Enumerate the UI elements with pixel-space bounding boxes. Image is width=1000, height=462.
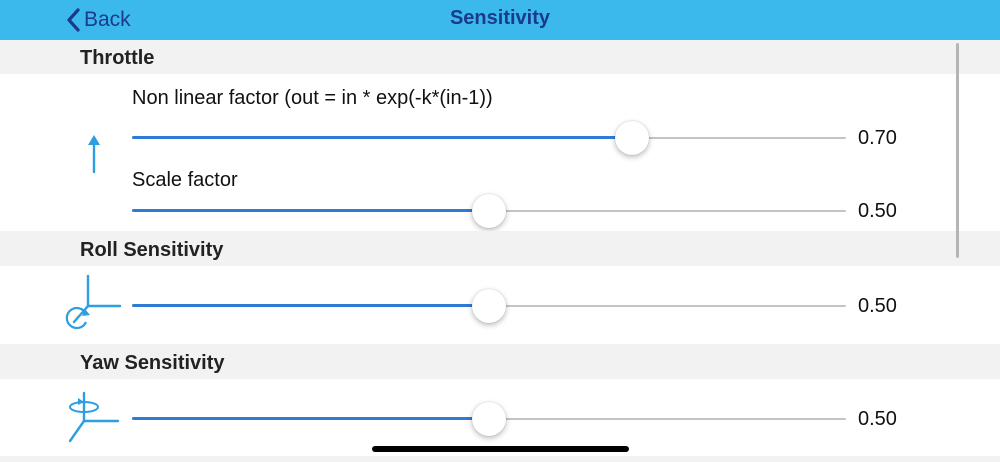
section-header-roll: Roll Sensitivity	[0, 231, 1000, 266]
scale-factor-slider[interactable]	[132, 191, 846, 231]
slider-fill	[132, 417, 489, 420]
slider-thumb[interactable]	[614, 121, 649, 155]
slider-thumb[interactable]	[472, 402, 506, 436]
page-title: Sensitivity	[449, 7, 551, 29]
yaw-sensitivity-value: 0.50	[858, 408, 897, 430]
scale-factor-label: Scale factor	[132, 169, 238, 191]
section-header-yaw: Yaw Sensitivity	[0, 344, 1000, 379]
section-footer	[0, 456, 1000, 462]
roll-sensitivity-value: 0.50	[858, 295, 897, 317]
nonlinear-factor-slider[interactable]	[132, 118, 846, 158]
scrollbar[interactable]	[956, 43, 959, 258]
nonlinear-factor-value: 0.70	[858, 127, 897, 149]
slider-fill	[132, 304, 489, 307]
section-title-yaw: Yaw Sensitivity	[80, 352, 225, 374]
slider-thumb[interactable]	[472, 194, 506, 228]
roll-sensitivity-slider[interactable]	[132, 286, 846, 326]
slider-fill	[132, 209, 489, 212]
home-indicator[interactable]	[372, 446, 629, 452]
yaw-axis-icon	[62, 391, 122, 445]
section-title-throttle: Throttle	[80, 47, 155, 69]
scale-factor-value: 0.50	[858, 200, 897, 222]
yaw-sensitivity-slider[interactable]	[132, 399, 846, 439]
nonlinear-factor-label: Non linear factor (out = in * exp(-k*(in…	[132, 87, 493, 109]
throttle-arrow-icon	[84, 134, 104, 174]
section-title-roll: Roll Sensitivity	[80, 239, 224, 261]
section-header-throttle: Throttle	[0, 40, 1000, 74]
navigation-bar: Back Sensitivity	[0, 0, 1000, 40]
roll-axis-icon	[64, 272, 124, 334]
slider-thumb[interactable]	[472, 289, 506, 323]
slider-fill	[132, 136, 632, 139]
